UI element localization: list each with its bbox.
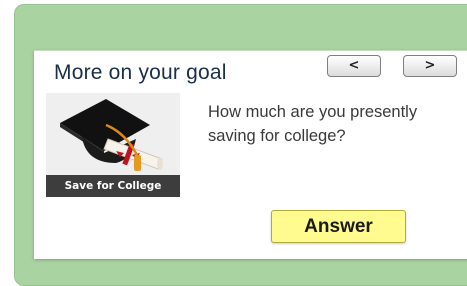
- answer-button[interactable]: Answer: [271, 210, 406, 243]
- thumbnail-caption: Save for College: [46, 175, 180, 197]
- card-title: More on your goal: [54, 61, 227, 84]
- next-button[interactable]: >: [403, 55, 457, 77]
- previous-button[interactable]: <: [327, 55, 381, 77]
- question-text: How much are you presently saving for co…: [208, 103, 418, 145]
- save-for-college-thumbnail[interactable]: Save for College: [46, 93, 180, 197]
